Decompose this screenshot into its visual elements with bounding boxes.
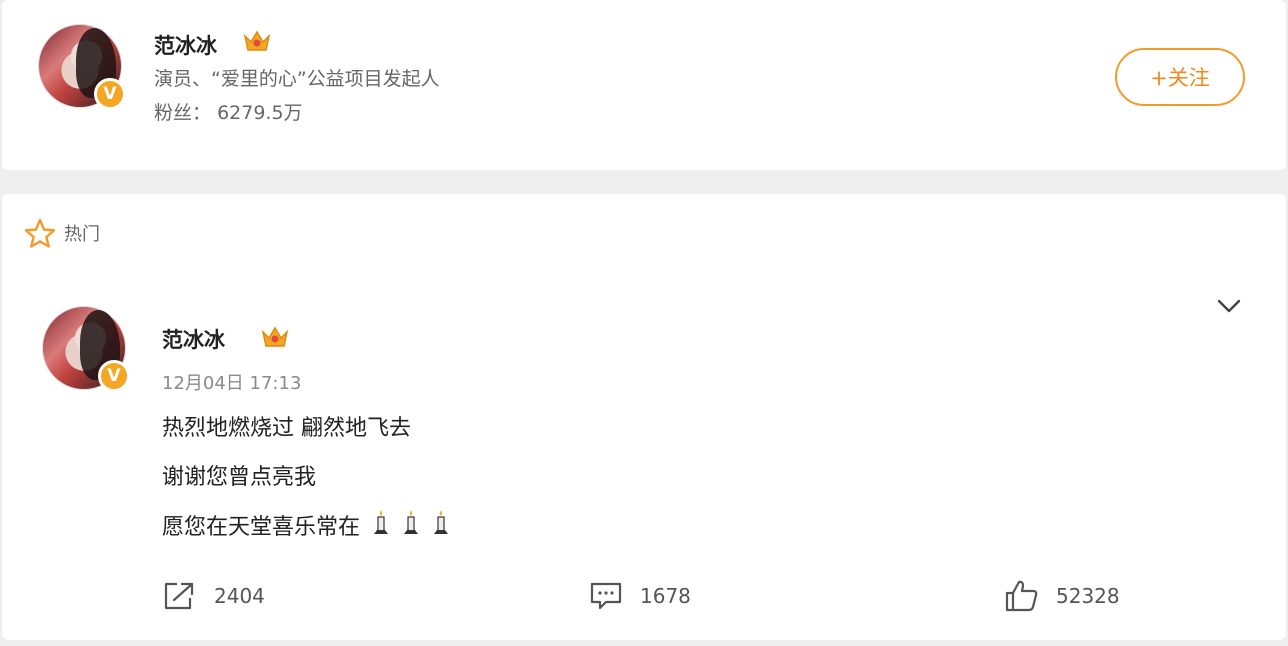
verified-badge-icon: V [98, 360, 130, 392]
post-author-avatar[interactable]: V [42, 306, 130, 392]
comment-bubble-icon [590, 582, 622, 610]
repost-button[interactable]: 2404 [162, 576, 265, 616]
post-author-name[interactable]: 范冰冰 [162, 324, 225, 354]
post-text: 愿您在天堂喜乐常在 [162, 515, 361, 540]
comment-count: 1678 [640, 584, 691, 608]
post-text-line: 谢谢您曾点亮我 [162, 465, 317, 490]
profile-avatar[interactable]: V [38, 24, 126, 110]
chevron-down-icon[interactable] [1214, 294, 1244, 318]
fans-label: 粉丝： [154, 102, 212, 124]
candle-icon [374, 510, 449, 534]
post-text-line: 热烈地燃烧过 翩然地飞去 [162, 416, 411, 441]
hot-section-header: 热门 [24, 218, 100, 248]
comment-button[interactable]: 1678 [588, 576, 691, 616]
verified-badge-icon: V [94, 78, 126, 110]
repost-count: 2404 [214, 584, 265, 608]
post-text-line-with-emoji: 愿您在天堂喜乐常在 [162, 508, 459, 542]
profile-card: V 范冰冰 演员、“爱里的心”公益项目发起人 粉丝： 6279.5万 +关注 [2, 0, 1286, 170]
follow-button[interactable]: +关注 [1115, 48, 1245, 106]
profile-description: 演员、“爱里的心”公益项目发起人 [154, 68, 440, 90]
profile-fans: 粉丝： 6279.5万 [154, 98, 303, 125]
post-timestamp[interactable]: 12月04日 17:13 [162, 369, 301, 395]
thumbs-up-icon [1005, 580, 1038, 612]
crown-badge-icon [261, 326, 289, 347]
like-count: 52328 [1056, 584, 1120, 608]
hot-label: 热门 [64, 224, 100, 245]
post-card: 热门 V 范冰冰 12月04日 17:13 热烈地燃烧过 翩然地飞去 谢谢您曾点… [2, 194, 1286, 640]
star-outline-icon [24, 218, 56, 248]
crown-badge-icon [243, 30, 271, 51]
like-button[interactable]: 52328 [1004, 576, 1120, 616]
fans-count: 6279.5万 [217, 102, 303, 124]
share-arrow-icon [164, 582, 194, 610]
candle-emoji-group [371, 508, 459, 542]
profile-name[interactable]: 范冰冰 [154, 30, 217, 60]
